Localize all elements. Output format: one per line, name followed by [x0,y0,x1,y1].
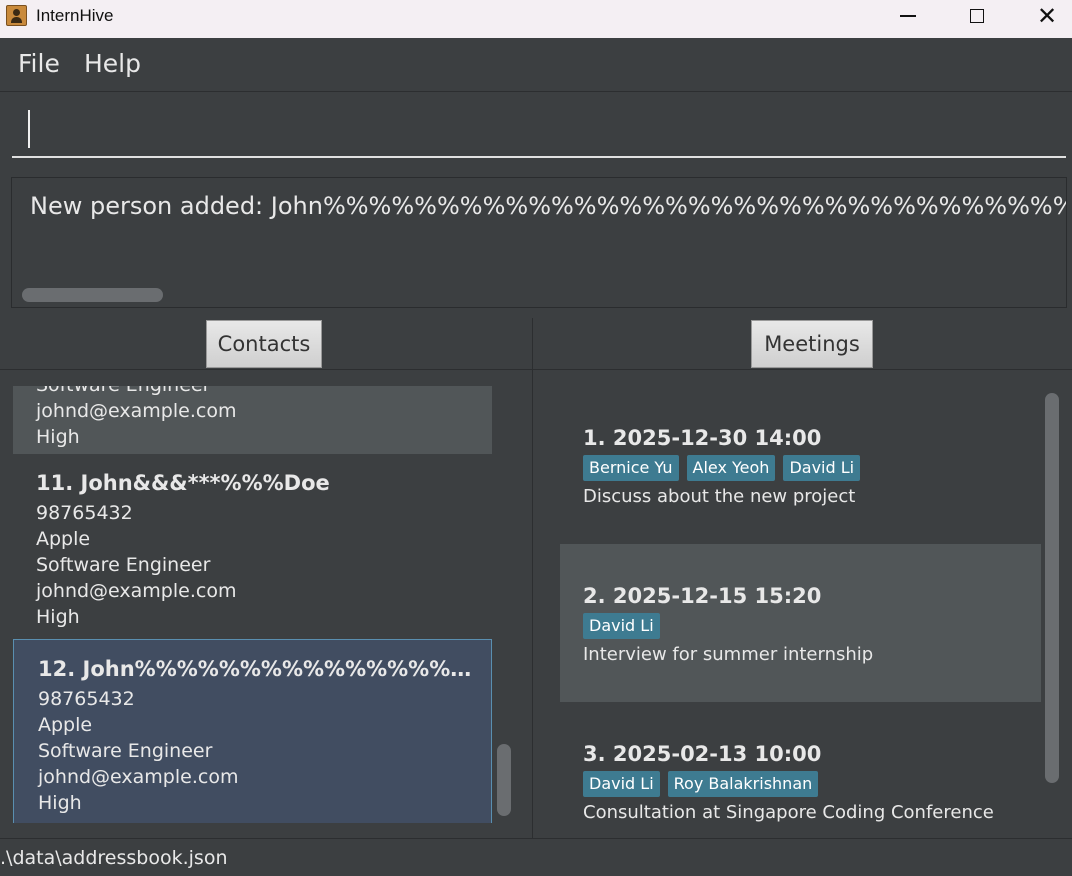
menu-help[interactable]: Help [84,49,141,78]
attendee-tag: Alex Yeoh [686,455,776,481]
meeting-list: 1. 2025-12-30 14:00 Bernice Yu Alex Yeoh… [560,386,1041,823]
contact-card[interactable]: Software Engineer johnd@example.com High [13,386,492,454]
divider [0,369,532,370]
contact-priority: High [36,606,80,628]
meeting-description: Discuss about the new project [583,486,856,507]
meeting-attendees: David Li [583,611,1041,641]
meetings-panel: Meetings 1. 2025-12-30 14:00 Bernice Yu … [533,318,1072,838]
contact-phone: 98765432 [36,502,133,524]
contact-name: 12. John%%%%%%%%%%%%%%%%%%%%%%%%%%%%%%%% [38,657,478,681]
meeting-card[interactable]: 1. 2025-12-30 14:00 Bernice Yu Alex Yeoh… [560,386,1041,544]
maximize-icon [970,9,984,23]
attendee-tag: David Li [583,771,660,797]
meeting-card[interactable]: 3. 2025-02-13 10:00 David Li Roy Balakri… [560,702,1041,823]
menu-file[interactable]: File [18,49,60,78]
minimize-button[interactable] [878,0,938,32]
contact-phone: 98765432 [38,688,135,710]
contact-card[interactable]: 11. John&&&***%%%Doe 98765432 Apple Soft… [13,454,492,640]
attendee-tag: David Li [783,455,861,481]
contact-email: johnd@example.com [38,766,239,788]
meeting-card-selected[interactable]: 2. 2025-12-15 15:20 David Li Interview f… [560,544,1041,702]
close-button[interactable]: ✕ [1017,0,1072,32]
command-box [0,92,1072,172]
meeting-title: 3. 2025-02-13 10:00 [583,742,822,766]
meeting-list-scrollbar[interactable] [1045,393,1059,783]
contact-priority: High [38,792,82,814]
contact-role: Software Engineer [38,740,213,762]
contact-priority: High [36,426,80,448]
result-horizontal-scrollbar[interactable] [22,288,163,302]
meeting-attendees: David Li Roy Balakrishnan [583,769,1041,799]
meeting-description: Interview for summer internship [583,644,874,665]
attendee-tag: Bernice Yu [583,455,679,481]
command-input[interactable] [12,100,1066,158]
meetings-button[interactable]: Meetings [751,320,873,368]
text-caret [28,110,30,148]
maximize-button[interactable] [947,0,1007,32]
attendee-tag: David Li [583,613,660,639]
meeting-attendees: Bernice Yu Alex Yeoh David Li [583,453,1041,483]
contact-list: Software Engineer johnd@example.com High… [13,386,492,823]
status-bar: .\data\addressbook.json [0,838,1072,876]
close-icon: ✕ [1036,2,1058,30]
contact-role: Software Engineer [36,386,492,398]
contact-company: Apple [36,528,91,550]
title-bar: InternHive ✕ [0,0,1072,38]
contacts-button[interactable]: Contacts [206,320,322,368]
window-title: InternHive [36,6,114,25]
divider [533,369,1072,370]
contact-book-icon [6,5,27,26]
contacts-panel: Contacts Software Engineer johnd@example… [0,318,533,838]
contact-name: 11. John&&&***%%%Doe [36,471,330,495]
contact-list-scrollbar[interactable] [497,744,511,816]
contact-card-selected[interactable]: 12. John%%%%%%%%%%%%%%%%%%%%%%%%%%%%%%%%… [13,639,492,823]
save-location: .\data\addressbook.json [0,847,228,869]
menu-bar: File Help [0,38,1072,92]
meeting-title: 1. 2025-12-30 14:00 [583,426,822,450]
contact-company: Apple [38,714,93,736]
contact-email: johnd@example.com [36,400,237,422]
meeting-description: Consultation at Singapore Coding Confere… [583,802,994,823]
minimize-icon [900,15,916,17]
attendee-tag: Roy Balakrishnan [667,771,819,797]
result-message: New person added: John%%%%%%%%%%%%%%%%%%… [30,192,1066,220]
contact-email: johnd@example.com [36,580,237,602]
meeting-title: 2. 2025-12-15 15:20 [583,584,822,608]
result-display: New person added: John%%%%%%%%%%%%%%%%%%… [11,177,1067,308]
contact-role: Software Engineer [36,554,211,576]
